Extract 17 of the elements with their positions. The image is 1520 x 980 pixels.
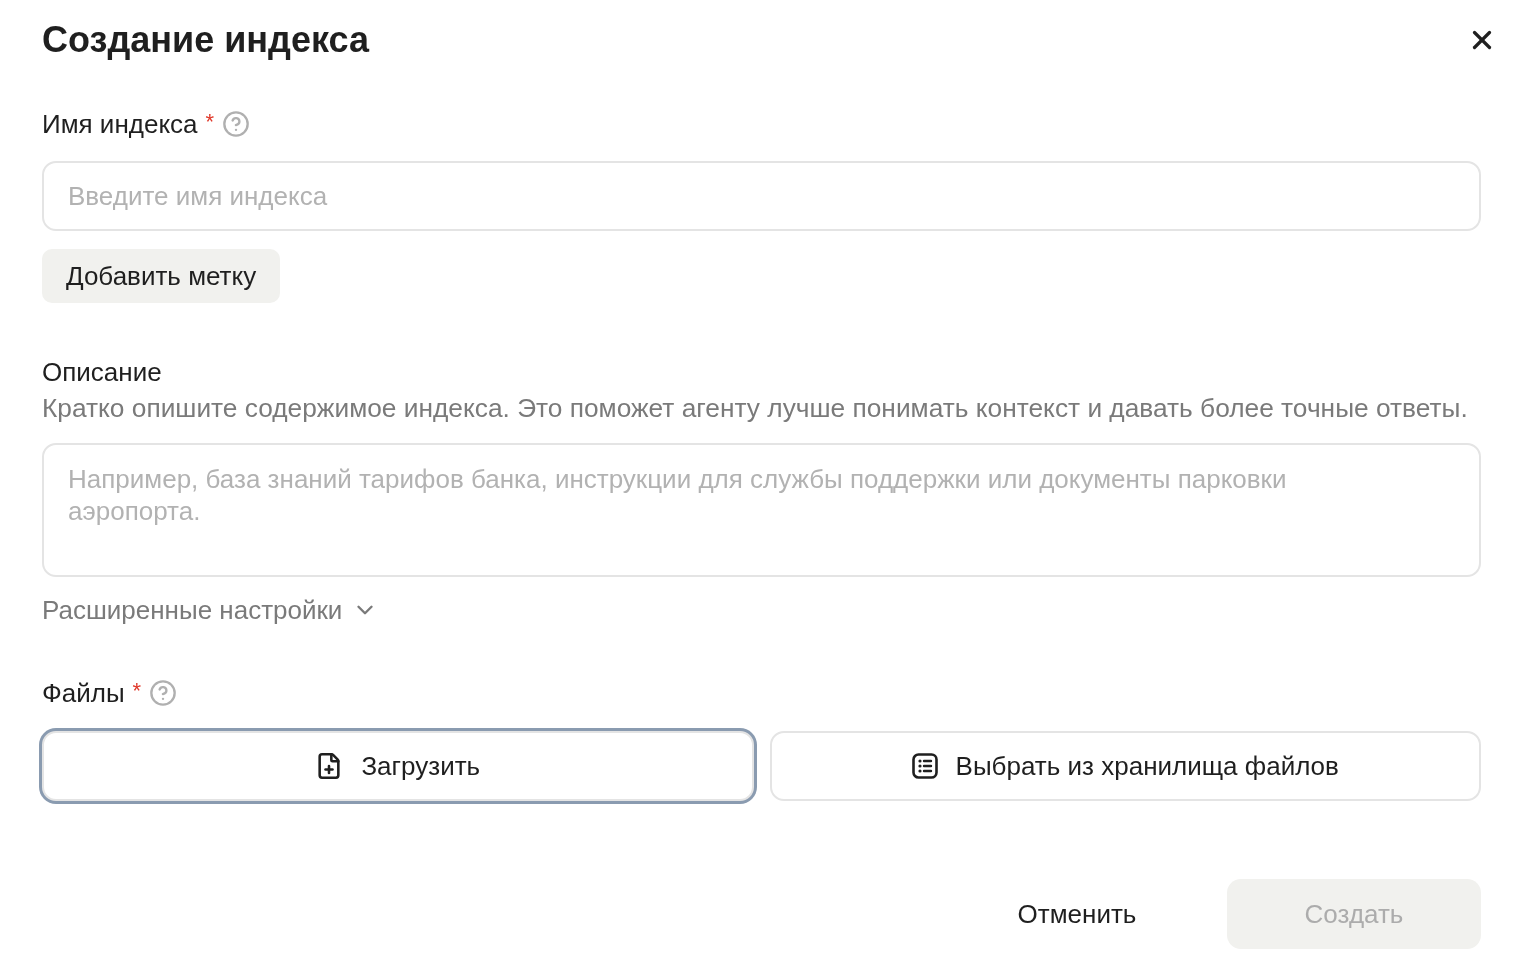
field-hint: Кратко опишите содержимое индекса. Это поможет агенту лучше понимать контекст и давать более точные ответы.: [42, 393, 1469, 423]
choose-from-storage-button[interactable]: Выбрать из хранилища файлов: [769, 731, 1481, 801]
textarea-field[interactable]: Например, база знаний тарифов банка, инструкции для службы поддержки или документы парковки аэропорта.: [42, 443, 1481, 577]
field-label: Описание: [42, 357, 162, 387]
dialog-title: Создание индекса: [42, 20, 369, 60]
cancel-button[interactable]: Отменить: [977, 879, 1177, 949]
list-icon: [911, 753, 938, 779]
advanced-settings-toggle[interactable]: Расширенные настройки: [42, 595, 379, 625]
required-mark: *: [205, 111, 215, 133]
field-label: Файлы: [42, 678, 125, 708]
input-field[interactable]: Введите имя индекса: [42, 161, 1481, 231]
help-icon[interactable]: [222, 110, 251, 138]
add-tag-button[interactable]: Добавить метку: [42, 249, 281, 303]
field-label: Имя индекса: [42, 109, 198, 139]
upload-button[interactable]: Загрузить: [42, 731, 754, 801]
help-icon[interactable]: [149, 679, 178, 707]
required-mark: *: [132, 680, 142, 702]
